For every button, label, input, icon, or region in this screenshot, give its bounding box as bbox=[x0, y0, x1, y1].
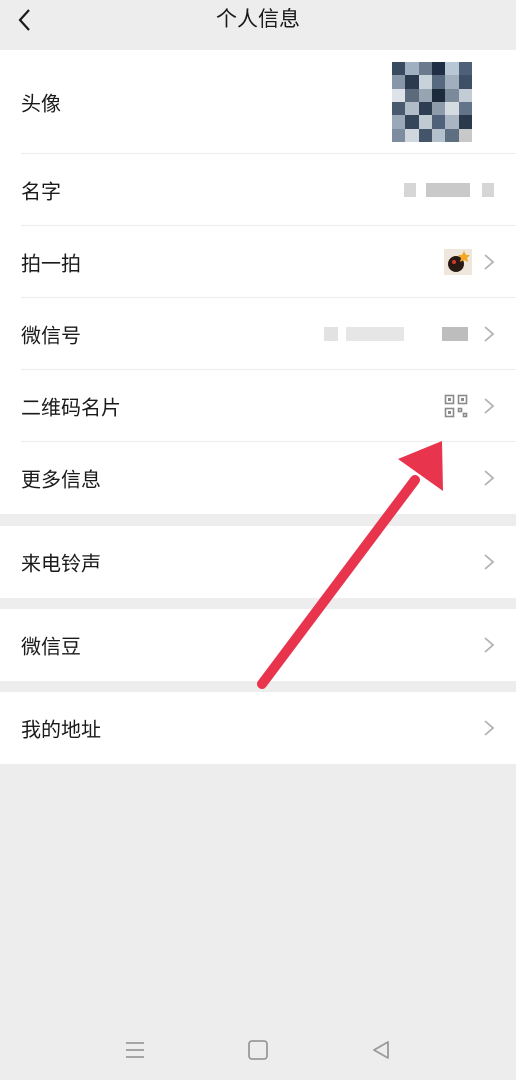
row-more-info[interactable]: 更多信息 bbox=[0, 442, 516, 514]
row-label-ringtone: 来电铃声 bbox=[21, 551, 101, 576]
row-avatar[interactable]: 头像 bbox=[0, 50, 516, 154]
row-label-qr-card: 二维码名片 bbox=[21, 395, 121, 420]
row-label-pat: 拍一拍 bbox=[21, 251, 81, 276]
row-label-avatar: 头像 bbox=[21, 91, 61, 116]
ringtone-group: 来电铃声 bbox=[0, 526, 516, 598]
system-nav-bar bbox=[0, 1020, 516, 1080]
chevron-right-icon bbox=[484, 637, 495, 653]
row-wechat-id[interactable]: 微信号 bbox=[0, 298, 516, 370]
chevron-right-icon bbox=[484, 554, 495, 570]
row-label-name: 名字 bbox=[21, 179, 61, 204]
back-nav-icon[interactable] bbox=[369, 1038, 393, 1062]
page-title: 个人信息 bbox=[216, 7, 300, 31]
row-qr-card[interactable]: 二维码名片 bbox=[0, 370, 516, 442]
pat-avatar-icon bbox=[444, 249, 472, 275]
row-wechat-beans[interactable]: 微信豆 bbox=[0, 609, 516, 681]
profile-group: 头像 名字 拍一拍 微信号 二维码名片 更多信息 bbox=[0, 50, 516, 514]
row-my-address[interactable]: 我的地址 bbox=[0, 692, 516, 764]
chevron-right-icon bbox=[484, 254, 495, 270]
row-label-my-address: 我的地址 bbox=[21, 717, 101, 742]
row-pat[interactable]: 拍一拍 bbox=[0, 226, 516, 298]
row-label-more-info: 更多信息 bbox=[21, 467, 101, 492]
beans-group: 微信豆 bbox=[0, 609, 516, 681]
row-label-wechat-beans: 微信豆 bbox=[21, 634, 81, 659]
row-label-wechat-id: 微信号 bbox=[21, 323, 81, 348]
row-ringtone[interactable]: 来电铃声 bbox=[0, 526, 516, 598]
chevron-right-icon bbox=[484, 398, 495, 414]
row-name[interactable]: 名字 bbox=[0, 154, 516, 226]
qr-code-icon bbox=[444, 394, 468, 418]
avatar bbox=[392, 62, 472, 142]
chevron-right-icon bbox=[484, 720, 495, 736]
name-blurred bbox=[404, 183, 416, 197]
address-group: 我的地址 bbox=[0, 692, 516, 764]
menu-icon[interactable] bbox=[123, 1038, 147, 1062]
wechat-id-blurred bbox=[324, 327, 338, 341]
chevron-right-icon bbox=[484, 470, 495, 486]
top-bar: 个人信息 bbox=[0, 0, 516, 50]
home-icon[interactable] bbox=[246, 1038, 270, 1062]
chevron-right-icon bbox=[484, 326, 495, 342]
